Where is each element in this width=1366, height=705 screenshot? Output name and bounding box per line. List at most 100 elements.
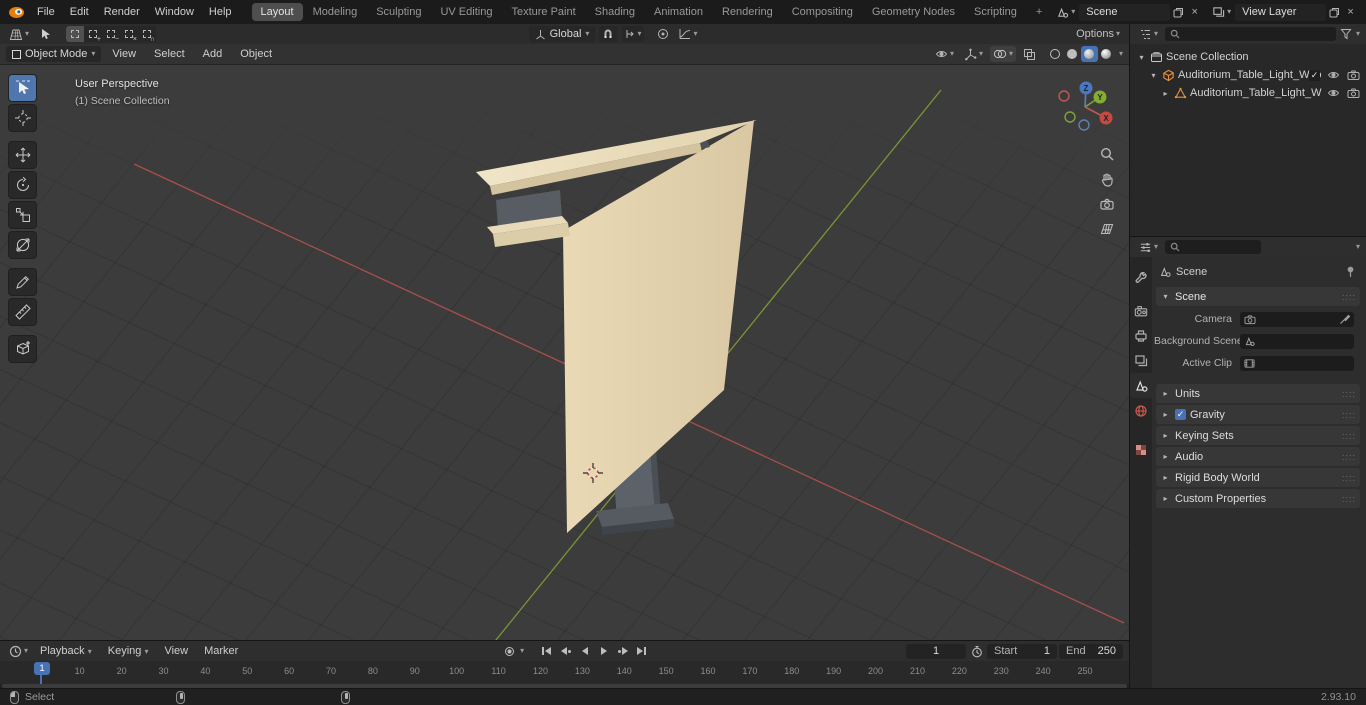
outliner-editor-type-button[interactable]: ▾ xyxy=(1136,26,1161,42)
hide-eye-icon[interactable] xyxy=(1327,69,1340,81)
menu-view[interactable]: View xyxy=(105,46,143,62)
remove-scene-button[interactable]: × xyxy=(1187,4,1202,21)
panel-drag-dots[interactable]: :::: xyxy=(1342,389,1356,399)
outliner-search-input[interactable] xyxy=(1165,27,1336,41)
tool-cursor[interactable] xyxy=(8,104,37,132)
play-button[interactable] xyxy=(595,643,612,659)
outliner-row-mesh-data[interactable]: ▸ Auditorium_Table_Light_W xyxy=(1130,84,1366,102)
select-mode-extend[interactable]: + xyxy=(84,26,102,42)
auto-keying-dropdown[interactable]: ▾ xyxy=(520,647,524,655)
editor-type-button[interactable]: ▾ xyxy=(6,26,32,42)
end-frame-field[interactable]: End 250 xyxy=(1059,643,1124,659)
tool-select-box[interactable] xyxy=(8,74,37,102)
tool-move[interactable] xyxy=(8,141,37,169)
properties-editor-type-button[interactable]: ▾ xyxy=(1136,239,1161,255)
timeline-scrollbar[interactable] xyxy=(0,684,1129,688)
snap-toggle-button[interactable] xyxy=(599,26,618,42)
transform-orientation-dropdown[interactable]: Global ▾ xyxy=(528,26,596,42)
outliner-row-object[interactable]: ▾ Auditorium_Table_Light_Woo ✓ xyxy=(1130,66,1366,84)
panel-drag-dots[interactable]: :::: xyxy=(1342,494,1356,504)
panel-units[interactable]: ▸ Units :::: xyxy=(1156,384,1360,403)
scene-name-field[interactable]: Scene xyxy=(1079,3,1171,21)
tab-render-properties[interactable] xyxy=(1130,298,1152,323)
axis-neg-x-ball[interactable] xyxy=(1058,90,1070,102)
tab-modeling[interactable]: Modeling xyxy=(304,3,367,21)
panel-rigid-body-world[interactable]: ▸ Rigid Body World :::: xyxy=(1156,468,1360,487)
select-mode-invert[interactable]: × xyxy=(120,26,138,42)
properties-options-dropdown[interactable]: ▾ xyxy=(1356,243,1360,251)
menu-object[interactable]: Object xyxy=(233,46,279,62)
mode-dropdown[interactable]: Object Mode ▾ xyxy=(6,46,102,62)
auto-keying-button[interactable] xyxy=(501,643,518,659)
tab-sculpting[interactable]: Sculpting xyxy=(367,3,430,21)
tab-layout[interactable]: Layout xyxy=(251,3,303,21)
tab-scene-properties[interactable] xyxy=(1130,373,1152,398)
selectability-checkbox[interactable]: ✓ xyxy=(1309,69,1320,81)
shading-wireframe-button[interactable] xyxy=(1047,46,1064,62)
shading-options-dropdown[interactable]: ▾ xyxy=(1119,50,1123,58)
panel-audio[interactable]: ▸ Audio :::: xyxy=(1156,447,1360,466)
disclosure-open-icon[interactable]: ▾ xyxy=(1136,53,1147,62)
tab-tool-properties[interactable] xyxy=(1130,265,1152,290)
menu-render[interactable]: Render xyxy=(97,4,147,20)
menu-marker[interactable]: Marker xyxy=(197,643,245,659)
view-layer-selector-dropdown[interactable]: ▾ xyxy=(1209,4,1234,21)
menu-file[interactable]: File xyxy=(30,4,62,20)
jump-to-start-button[interactable] xyxy=(538,643,555,659)
menu-view[interactable]: View xyxy=(157,643,195,659)
current-frame-field[interactable]: 1 xyxy=(906,643,967,659)
scrollbar-thumb[interactable] xyxy=(2,684,1127,688)
new-scene-button[interactable] xyxy=(1171,4,1186,21)
render-camera-icon[interactable] xyxy=(1347,87,1360,99)
tool-add-cube[interactable] xyxy=(8,335,37,363)
camera-field[interactable] xyxy=(1240,311,1354,327)
tab-texture-paint[interactable]: Texture Paint xyxy=(502,3,584,21)
tool-annotate[interactable] xyxy=(8,268,37,296)
play-reverse-button[interactable] xyxy=(576,643,593,659)
filter-dropdown[interactable]: ▾ xyxy=(1356,30,1360,38)
snap-settings-dropdown[interactable]: ▾ xyxy=(622,26,645,42)
tab-uv-editing[interactable]: UV Editing xyxy=(431,3,501,21)
perspective-toggle-button[interactable] xyxy=(1096,218,1118,240)
scene-selector-dropdown[interactable]: ▾ xyxy=(1053,4,1078,21)
start-frame-field[interactable]: Start 1 xyxy=(987,643,1058,659)
shading-rendered-button[interactable] xyxy=(1098,46,1115,62)
previous-keyframe-button[interactable] xyxy=(557,643,574,659)
pin-button[interactable] xyxy=(1345,266,1356,278)
active-clip-field[interactable] xyxy=(1240,355,1354,371)
proportional-editing-button[interactable] xyxy=(654,26,672,42)
panel-drag-dots[interactable]: :::: xyxy=(1342,473,1356,483)
zoom-button[interactable] xyxy=(1096,143,1118,165)
pan-button[interactable] xyxy=(1096,168,1118,190)
active-tool-icon-button[interactable] xyxy=(36,26,54,42)
gizmos-dropdown[interactable]: ▾ xyxy=(961,46,986,62)
tab-output-properties[interactable] xyxy=(1130,323,1152,348)
viewport-canvas[interactable]: User Perspective (1) Scene Collection Z … xyxy=(0,66,1129,640)
new-view-layer-button[interactable] xyxy=(1327,4,1342,21)
disclosure-closed-icon[interactable]: ▸ xyxy=(1160,89,1171,98)
panel-keying-sets[interactable]: ▸ Keying Sets :::: xyxy=(1156,426,1360,445)
navigation-gizmo[interactable]: Z Y X xyxy=(1053,75,1117,139)
tab-texture-properties[interactable] xyxy=(1130,437,1152,462)
disclosure-open-icon[interactable]: ▾ xyxy=(1148,71,1159,80)
menu-help[interactable]: Help xyxy=(202,4,239,20)
gravity-checkbox[interactable]: ✓ xyxy=(1175,409,1186,420)
tool-scale[interactable] xyxy=(8,201,37,229)
menu-select[interactable]: Select xyxy=(147,46,192,62)
menu-playback[interactable]: Playback ▾ xyxy=(33,643,99,659)
shading-material-preview-button[interactable] xyxy=(1080,46,1098,62)
tab-world-properties[interactable] xyxy=(1130,398,1152,423)
menu-window[interactable]: Window xyxy=(148,4,201,20)
select-mode-new[interactable] xyxy=(66,26,85,42)
proportional-falloff-dropdown[interactable]: ▾ xyxy=(676,26,700,42)
tool-rotate[interactable] xyxy=(8,171,37,199)
object-visibility-dropdown[interactable]: ▾ xyxy=(932,46,957,62)
tab-geometry-nodes[interactable]: Geometry Nodes xyxy=(863,3,964,21)
menu-edit[interactable]: Edit xyxy=(63,4,96,20)
blender-logo-icon[interactable] xyxy=(8,6,25,19)
filter-funnel-icon[interactable] xyxy=(1340,28,1352,40)
render-camera-icon[interactable] xyxy=(1347,69,1360,81)
timeline-ruler[interactable]: 10 20 30 40 50 60 70 80 90 100 110 120 130 140 150 160 1… xyxy=(0,661,1129,688)
tab-scripting[interactable]: Scripting xyxy=(965,3,1026,21)
remove-view-layer-button[interactable]: × xyxy=(1343,4,1358,21)
